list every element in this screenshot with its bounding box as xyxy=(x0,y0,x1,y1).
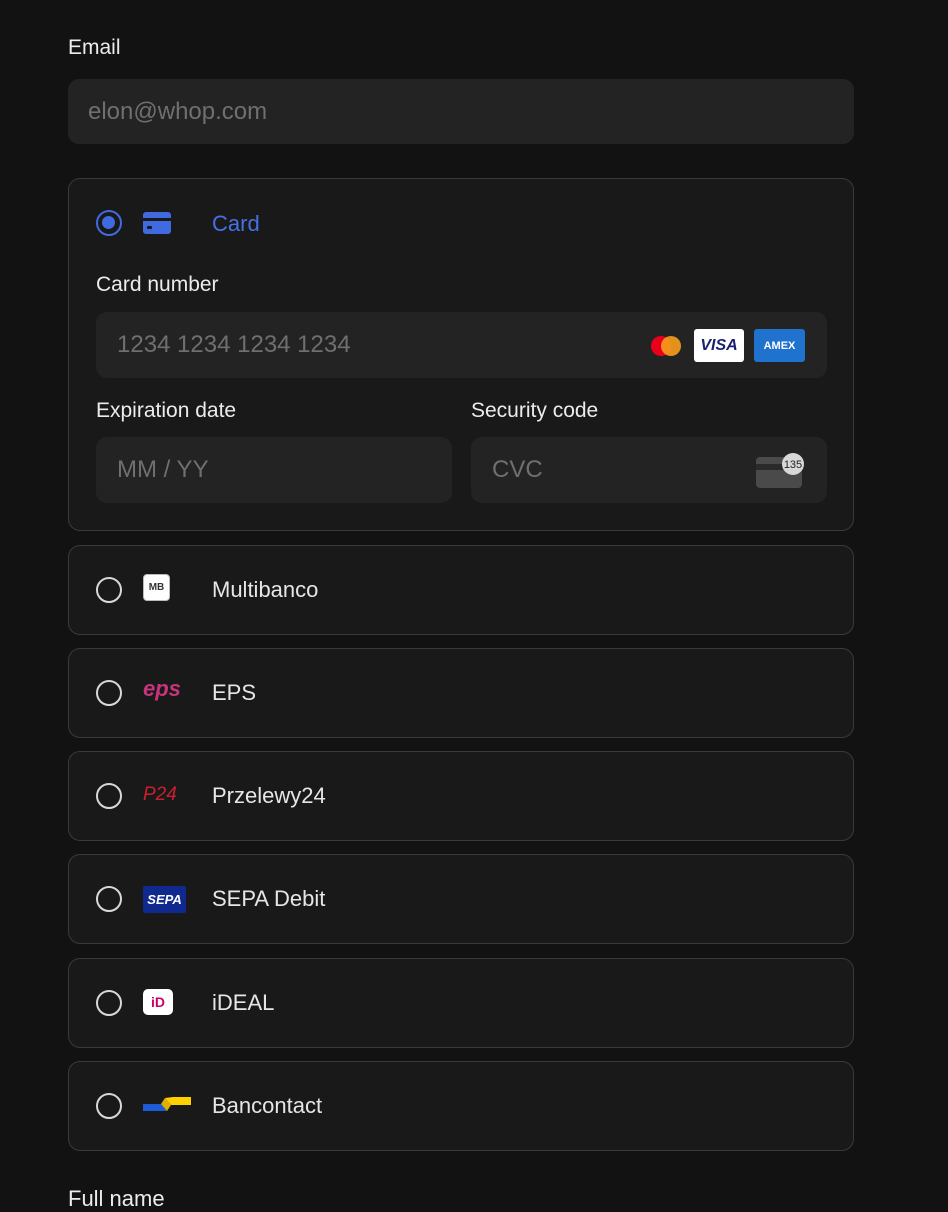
ideal-label: iDEAL xyxy=(212,990,275,1015)
email-input[interactable] xyxy=(68,79,854,144)
payment-method-przelewy24[interactable]: P24 Przelewy24 xyxy=(68,751,854,841)
multibanco-label: Multibanco xyxy=(212,577,319,602)
card-radio[interactable] xyxy=(96,210,122,236)
credit-card-icon xyxy=(143,212,171,234)
payment-method-ideal[interactable]: iD iDEAL xyxy=(68,958,854,1048)
przelewy24-label: Przelewy24 xyxy=(212,783,326,808)
expiration-date-label: Expiration date xyxy=(96,399,237,422)
security-code-label: Security code xyxy=(471,399,599,422)
payment-method-eps[interactable]: eps EPS xyxy=(68,648,854,738)
eps-icon: eps xyxy=(143,676,181,701)
bancontact-icon xyxy=(143,1097,191,1111)
amex-icon: AMEX xyxy=(754,329,805,362)
card-number-label: Card number xyxy=(96,273,219,296)
cvc-card-icon: 135 xyxy=(756,453,804,488)
eps-label: EPS xyxy=(212,680,257,705)
full-name-label: Full name xyxy=(68,1186,165,1211)
payment-method-card[interactable]: Card Card number VISA AMEX Expiration da… xyxy=(68,178,854,531)
przelewy24-icon: P24 xyxy=(143,784,177,805)
mastercard-icon xyxy=(651,335,681,356)
card-brand-icons: VISA AMEX xyxy=(648,329,805,362)
payment-method-multibanco[interactable]: MB Multibanco xyxy=(68,545,854,635)
przelewy24-radio[interactable] xyxy=(96,783,122,809)
payment-method-sepa-debit[interactable]: SEPA SEPA Debit xyxy=(68,854,854,944)
ideal-radio[interactable] xyxy=(96,990,122,1016)
sepa-icon: SEPA xyxy=(143,886,186,913)
payment-method-bancontact[interactable]: Bancontact xyxy=(68,1061,854,1151)
sepa-radio[interactable] xyxy=(96,886,122,912)
svg-text:135: 135 xyxy=(784,459,802,471)
visa-icon: VISA xyxy=(694,329,744,362)
multibanco-icon: MB xyxy=(143,574,170,601)
expiration-date-input[interactable] xyxy=(96,437,452,503)
bancontact-label: Bancontact xyxy=(212,1093,323,1118)
sepa-debit-label: SEPA Debit xyxy=(212,886,326,911)
email-label: Email xyxy=(68,36,121,59)
eps-radio[interactable] xyxy=(96,680,122,706)
ideal-icon: iD xyxy=(143,989,173,1015)
bancontact-radio[interactable] xyxy=(96,1093,122,1119)
multibanco-radio[interactable] xyxy=(96,577,122,603)
card-method-label: Card xyxy=(212,211,260,236)
